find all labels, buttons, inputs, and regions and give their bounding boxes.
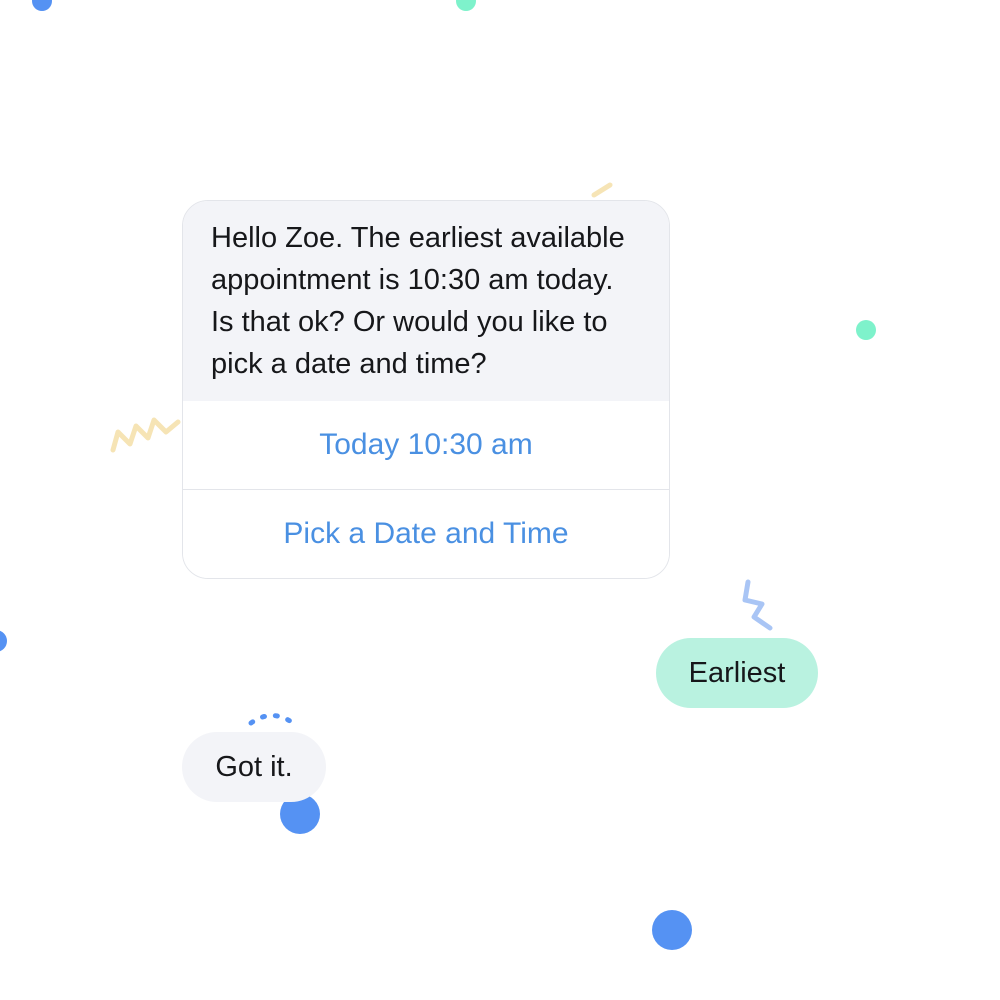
typing-arc <box>248 713 296 726</box>
confetti-dot <box>0 630 7 652</box>
option-pick-date-button[interactable]: Pick a Date and Time <box>183 489 669 578</box>
confetti-dot <box>652 910 692 950</box>
confetti-dot <box>32 0 52 11</box>
user-message-text: Earliest <box>688 656 786 689</box>
confetti-squiggle <box>742 579 773 631</box>
option-today-label: Today 10:30 am <box>319 428 533 461</box>
confetti-dot <box>456 0 476 11</box>
bot-ack-text: Got it. <box>215 750 293 783</box>
confetti-squiggle <box>110 417 181 453</box>
bot-message-card: Hello Zoe. The earliest available appoin… <box>182 200 670 579</box>
option-pick-date-label: Pick a Date and Time <box>283 517 569 550</box>
option-today-button[interactable]: Today 10:30 am <box>183 401 669 489</box>
user-message-bubble: Earliest <box>656 638 818 708</box>
bot-message-text: Hello Zoe. The earliest available appoin… <box>183 201 669 401</box>
confetti-dot <box>856 320 876 340</box>
bot-ack-bubble: Got it. <box>182 732 326 802</box>
confetti-dash <box>591 182 613 198</box>
